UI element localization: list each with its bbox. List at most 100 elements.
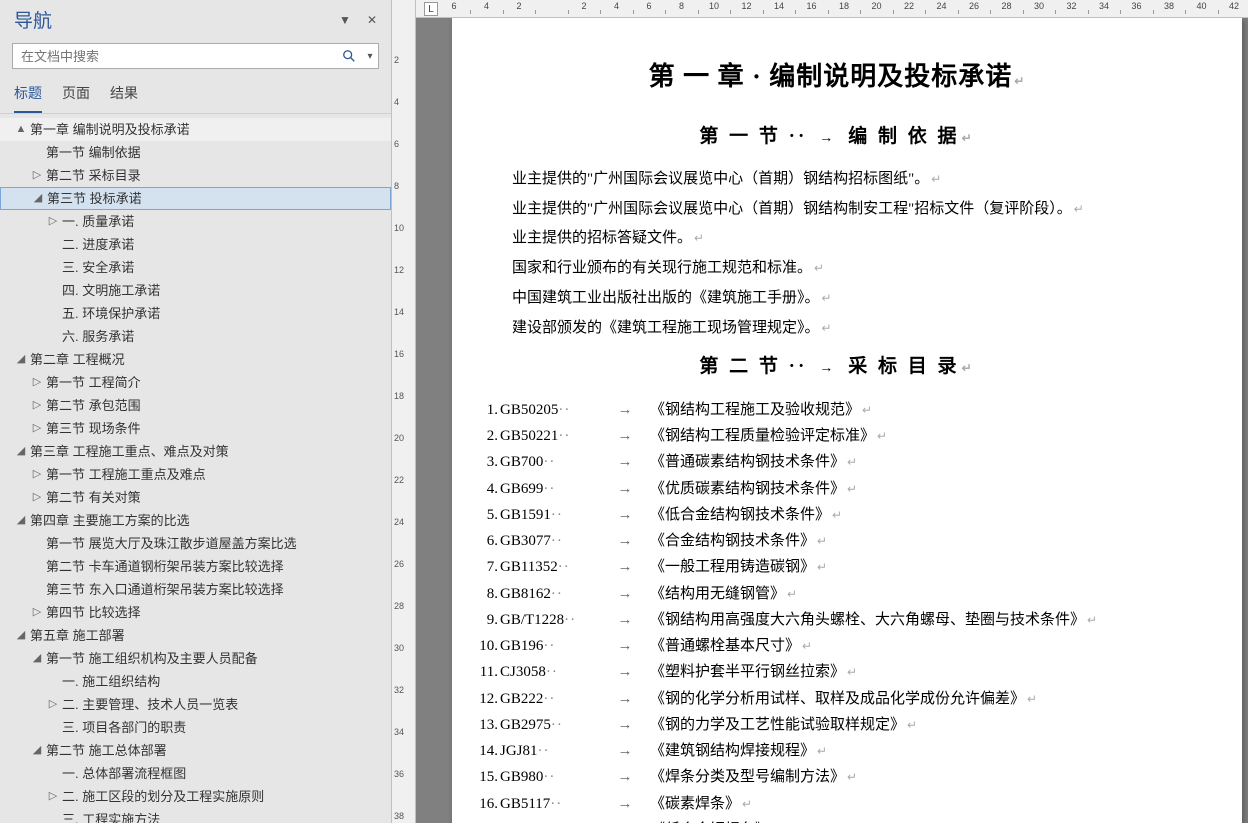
- tree-label: 四. 文明施工承诺: [60, 281, 160, 300]
- tree-item[interactable]: ◢第五章 施工部署: [0, 624, 391, 647]
- tree-item[interactable]: ◢第四章 主要施工方案的比选: [0, 509, 391, 532]
- tree-label: 第三节 东入口通道桁架吊装方案比较选择: [44, 580, 284, 599]
- tree-item[interactable]: ▷第三节 现场条件: [0, 417, 391, 440]
- tab-headings[interactable]: 标题: [14, 77, 42, 113]
- horizontal-ruler[interactable]: L 64224681012141618202224262830323436384…: [416, 0, 1248, 18]
- tree-label: 第四节 比较选择: [44, 603, 141, 622]
- tree-toggle-icon[interactable]: ▲: [14, 120, 28, 139]
- tree-label: 第一节 工程简介: [44, 373, 141, 392]
- standard-number: 2.: [472, 423, 500, 449]
- tree-label: 三. 工程实施方法: [60, 810, 160, 823]
- arrow-icon: →: [600, 581, 650, 607]
- standard-code: GB/T1228··: [500, 607, 600, 633]
- tab-stop-icon[interactable]: L: [424, 2, 438, 16]
- tree-label: 第三节 投标承诺: [45, 189, 142, 208]
- tree-item[interactable]: ▷第二节 承包范围: [0, 394, 391, 417]
- tree-item[interactable]: 三. 工程实施方法: [0, 808, 391, 823]
- standard-code: GB5118··: [500, 817, 600, 823]
- standard-code: GB50221··: [500, 423, 600, 449]
- tree-toggle-icon[interactable]: ◢: [14, 626, 28, 645]
- tree-item[interactable]: 五. 环境保护承诺: [0, 302, 391, 325]
- standard-title: 《钢结构用高强度大六角头螺栓、大六角螺母、垫圈与技术条件》↵: [650, 607, 1202, 633]
- standard-number: 16.: [472, 791, 500, 817]
- tree-toggle-icon[interactable]: ▷: [30, 419, 44, 438]
- standard-code: GB222··: [500, 686, 600, 712]
- tree-label: 第三节 现场条件: [44, 419, 141, 438]
- tree-label: 第一节 施工组织机构及主要人员配备: [44, 649, 258, 668]
- standard-code: GB1591··: [500, 502, 600, 528]
- standard-code: GB700··: [500, 449, 600, 475]
- arrow-icon: →: [600, 449, 650, 475]
- headings-tree[interactable]: ▲第一章 编制说明及投标承诺第一节 编制依据▷第二节 采标目录◢第三节 投标承诺…: [0, 114, 391, 823]
- tree-item[interactable]: ▷第一节 工程简介: [0, 371, 391, 394]
- tree-toggle-icon[interactable]: ◢: [14, 511, 28, 530]
- tree-label: 二. 施工区段的划分及工程实施原则: [60, 787, 264, 806]
- tree-item[interactable]: 三. 安全承诺: [0, 256, 391, 279]
- standard-row: 6.GB3077··→《合金结构钢技术条件》↵: [472, 528, 1202, 554]
- tree-item[interactable]: 三. 项目各部门的职责: [0, 716, 391, 739]
- tree-toggle-icon[interactable]: ◢: [14, 442, 28, 461]
- arrow-icon: →: [600, 764, 650, 790]
- tree-item[interactable]: ▷第四节 比较选择: [0, 601, 391, 624]
- tree-item[interactable]: ◢第二节 施工总体部署: [0, 739, 391, 762]
- tree-item[interactable]: ◢第二章 工程概况: [0, 348, 391, 371]
- tree-toggle-icon[interactable]: ▷: [30, 373, 44, 392]
- body-paragraph: 中国建筑工业出版社出版的《建筑施工手册》。↵: [512, 285, 1202, 313]
- tree-toggle-icon[interactable]: ◢: [30, 649, 44, 668]
- dropdown-icon[interactable]: ▼: [339, 13, 351, 27]
- tree-toggle-icon[interactable]: ◢: [14, 350, 28, 369]
- tree-toggle-icon[interactable]: ▷: [30, 396, 44, 415]
- tree-toggle-icon[interactable]: ▷: [30, 603, 44, 622]
- tree-item[interactable]: ▷第二节 采标目录: [0, 164, 391, 187]
- tree-item[interactable]: ▷一. 质量承诺: [0, 210, 391, 233]
- standard-code: JGJ81··: [500, 738, 600, 764]
- standard-title: 《低合金结构钢技术条件》↵: [650, 502, 1202, 528]
- arrow-icon: →: [600, 528, 650, 554]
- page-scroll[interactable]: 第 一 章 · 编制说明及投标承诺↵ 第 一 节 ··→编 制 依 据↵ 业主提…: [416, 18, 1248, 823]
- tree-item[interactable]: 二. 进度承诺: [0, 233, 391, 256]
- tree-toggle-icon[interactable]: ▷: [46, 787, 60, 806]
- tree-item[interactable]: ▷二. 施工区段的划分及工程实施原则: [0, 785, 391, 808]
- close-icon[interactable]: ✕: [367, 13, 377, 27]
- standard-number: 15.: [472, 764, 500, 790]
- tree-label: 二. 主要管理、技术人员一览表: [60, 695, 238, 714]
- tab-pages[interactable]: 页面: [62, 77, 90, 113]
- standard-title: 《钢的力学及工艺性能试验取样规定》↵: [650, 712, 1202, 738]
- tree-item[interactable]: ▷第二节 有关对策: [0, 486, 391, 509]
- standard-title: 《低合金钢焊条》↵: [650, 817, 1202, 823]
- tree-item[interactable]: ◢第三章 工程施工重点、难点及对策: [0, 440, 391, 463]
- tree-item[interactable]: ◢第一节 施工组织机构及主要人员配备: [0, 647, 391, 670]
- tree-item[interactable]: 一. 总体部署流程框图: [0, 762, 391, 785]
- tree-item[interactable]: ◢第三节 投标承诺: [0, 187, 391, 210]
- standard-title: 《建筑钢结构焊接规程》↵: [650, 738, 1202, 764]
- arrow-icon: →: [600, 476, 650, 502]
- vertical-ruler[interactable]: 2468101214161820222426283032343638: [392, 0, 416, 823]
- tree-item[interactable]: 第一节 编制依据: [0, 141, 391, 164]
- tree-item[interactable]: 一. 施工组织结构: [0, 670, 391, 693]
- search-input[interactable]: [13, 44, 336, 68]
- tree-toggle-icon[interactable]: ▷: [30, 488, 44, 507]
- tab-results[interactable]: 结果: [110, 77, 138, 113]
- tree-toggle-icon[interactable]: ▷: [46, 212, 60, 231]
- search-icon[interactable]: [336, 44, 362, 68]
- search-dropdown-icon[interactable]: ▾: [362, 44, 378, 68]
- tree-toggle-icon[interactable]: ◢: [31, 189, 45, 208]
- standard-row: 15.GB980··→《焊条分类及型号编制方法》↵: [472, 764, 1202, 790]
- tree-item[interactable]: 第三节 东入口通道桁架吊装方案比较选择: [0, 578, 391, 601]
- standard-row: 14.JGJ81··→《建筑钢结构焊接规程》↵: [472, 738, 1202, 764]
- tree-item[interactable]: 第一节 展览大厅及珠江散步道屋盖方案比选: [0, 532, 391, 555]
- tree-toggle-icon[interactable]: ▷: [30, 166, 44, 185]
- nav-title: 导航: [14, 6, 52, 33]
- tree-item[interactable]: 六. 服务承诺: [0, 325, 391, 348]
- tree-toggle-icon[interactable]: ▷: [30, 465, 44, 484]
- standard-row: 12.GB222··→《钢的化学分析用试样、取样及成品化学成份允许偏差》↵: [472, 686, 1202, 712]
- tree-toggle-icon[interactable]: ▷: [46, 695, 60, 714]
- tree-toggle-icon[interactable]: ◢: [30, 741, 44, 760]
- tree-item[interactable]: ▲第一章 编制说明及投标承诺: [0, 118, 391, 141]
- tree-item[interactable]: 四. 文明施工承诺: [0, 279, 391, 302]
- tree-item[interactable]: ▷二. 主要管理、技术人员一览表: [0, 693, 391, 716]
- standard-code: CJ3058··: [500, 659, 600, 685]
- tree-item[interactable]: 第二节 卡车通道钢桁架吊装方案比较选择: [0, 555, 391, 578]
- standard-row: 13.GB2975··→《钢的力学及工艺性能试验取样规定》↵: [472, 712, 1202, 738]
- tree-item[interactable]: ▷第一节 工程施工重点及难点: [0, 463, 391, 486]
